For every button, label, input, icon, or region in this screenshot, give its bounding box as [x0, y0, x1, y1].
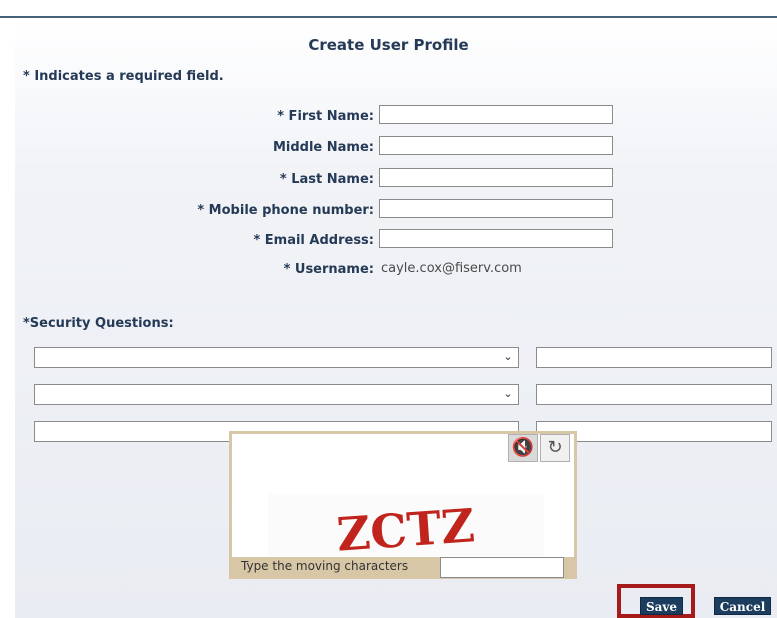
first-name-field[interactable] — [379, 105, 613, 124]
security-answer-1-field[interactable] — [536, 347, 772, 368]
required-note: * Indicates a required field. — [23, 69, 224, 84]
cancel-button[interactable]: Cancel — [714, 597, 771, 615]
captcha-characters: ZCTZ — [335, 498, 476, 556]
security-answer-2-field[interactable] — [536, 384, 772, 405]
captcha-prompt: Type the moving characters — [241, 559, 409, 573]
middle-name-field[interactable] — [379, 136, 613, 155]
captcha-text-graphic: ZCTZ — [335, 498, 476, 561]
last-name-field[interactable] — [379, 168, 613, 187]
mobile-phone-field[interactable] — [379, 199, 613, 218]
email-address-label: * Email Address: — [253, 233, 374, 248]
first-name-label: * First Name: — [277, 109, 374, 124]
chevron-down-icon: ⌄ — [503, 387, 513, 400]
refresh-icon[interactable]: ↻ — [540, 434, 570, 462]
captcha-image: ZCTZ — [268, 494, 544, 562]
security-questions-label: *Security Questions: — [23, 316, 174, 331]
security-question-1-select[interactable]: ⌄ — [34, 347, 519, 368]
mobile-phone-label: * Mobile phone number: — [197, 203, 374, 218]
middle-name-label: Middle Name: — [272, 140, 374, 155]
top-rule — [0, 0, 777, 18]
speaker-muted-icon[interactable]: 🔇 — [508, 434, 538, 462]
username-value: cayle.cox@fiserv.com — [381, 261, 522, 276]
captcha-input[interactable] — [440, 557, 564, 578]
save-button[interactable]: Save — [640, 597, 683, 615]
username-label: * Username: — [283, 262, 374, 277]
security-question-2-select[interactable]: ⌄ — [34, 384, 519, 405]
email-address-field[interactable] — [379, 229, 613, 248]
chevron-down-icon: ⌄ — [503, 350, 513, 363]
last-name-label: * Last Name: — [279, 172, 374, 187]
page-title: Create User Profile — [308, 36, 469, 54]
